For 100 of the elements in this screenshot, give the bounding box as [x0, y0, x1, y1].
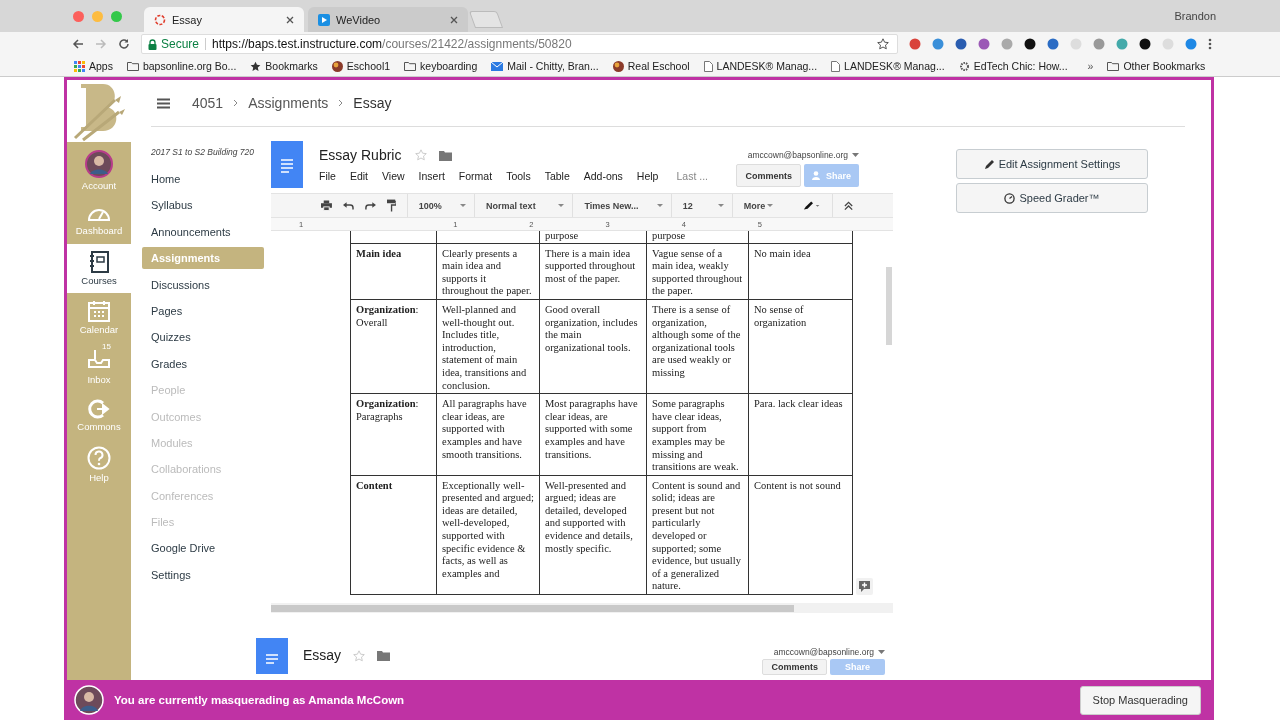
extension-icon[interactable]: [1139, 38, 1151, 50]
table-cell: Vague sense of a main idea, weakly supported throughout the paper.: [646, 243, 749, 300]
account-menu[interactable]: amccown@bapsonline.org: [773, 647, 885, 657]
add-comment-icon[interactable]: [856, 578, 873, 595]
table-cell: Well-presented and argued; ideas are detailed, developed and supported with evidence and details, mostly specific.: [539, 475, 647, 595]
table-cell: Good overall organization, includes the main organizational tools.: [539, 299, 647, 394]
inbox-icon: [88, 348, 110, 368]
style-dropdown[interactable]: Normal text: [486, 194, 574, 217]
close-icon[interactable]: [286, 15, 294, 24]
comments-button[interactable]: Comments: [762, 659, 827, 675]
reload-icon[interactable]: [118, 38, 130, 50]
bookmark[interactable]: LANDESK® Manag...: [831, 60, 945, 72]
star-icon[interactable]: [877, 38, 889, 50]
course-nav-link[interactable]: Announcements: [142, 222, 264, 241]
profile-name[interactable]: Brandon: [1174, 10, 1280, 22]
document-icon[interactable]: [271, 141, 303, 188]
star-icon: [250, 60, 262, 72]
scrollbar[interactable]: [271, 603, 893, 613]
notebook-icon: [88, 251, 110, 273]
menu-item[interactable]: File: [319, 170, 336, 182]
menu-item[interactable]: Add-ons: [583, 170, 623, 182]
more-dropdown[interactable]: More: [743, 194, 781, 217]
address-field[interactable]: Secure https://baps.test.instructure.com/courses/21422/assignments/50820: [141, 34, 898, 54]
menu-item[interactable]: Edit: [349, 170, 368, 182]
font-size-dropdown[interactable]: 12: [682, 194, 733, 217]
bookmark-folder[interactable]: Other Bookmarks: [1107, 60, 1206, 72]
course-nav-link[interactable]: Settings: [142, 565, 264, 584]
course-nav-link[interactable]: Discussions: [142, 275, 264, 294]
document-title[interactable]: Essay: [303, 638, 342, 663]
caret-icon: [878, 650, 885, 654]
folder-icon: [404, 61, 417, 71]
person-icon: [812, 171, 823, 180]
play-icon: [318, 13, 330, 26]
menu-icon[interactable]: [1208, 38, 1212, 50]
breadcrumb-link[interactable]: Essay: [353, 95, 392, 111]
course-nav-link[interactable]: Syllabus: [142, 196, 264, 215]
course-nav-link[interactable]: Grades: [142, 354, 264, 373]
menu-item[interactable]: Insert: [418, 170, 445, 182]
redo-icon[interactable]: [364, 201, 376, 210]
bookmark[interactable]: keyboarding: [404, 60, 478, 72]
nav-item[interactable]: Courses: [67, 244, 131, 293]
breadcrumb-link[interactable]: 4051: [192, 95, 224, 111]
zoom-dropdown[interactable]: 100%: [418, 194, 476, 217]
browser-tab[interactable]: Essay: [144, 7, 304, 32]
table-cell: Organization: Paragraphs: [350, 393, 437, 476]
bookmark[interactable]: Eschool1: [331, 60, 391, 72]
account-menu[interactable]: amccown@bapsonline.org: [747, 150, 859, 160]
folder-icon[interactable]: [377, 650, 391, 661]
sidebar-button[interactable]: Speed Grader™: [956, 183, 1148, 213]
menu-item[interactable]: Format: [458, 170, 493, 182]
bookmark[interactable]: Real Eschool: [612, 60, 690, 72]
paint-roller-icon[interactable]: [386, 199, 396, 212]
more-bookmarks-button[interactable]: »: [1087, 60, 1094, 72]
table-cell: Organization: Overall: [350, 299, 437, 394]
print-icon[interactable]: [321, 200, 332, 211]
table-cell: Clearly presents a main idea and supports it throughout the paper.: [436, 243, 540, 300]
menu-item[interactable]: Help: [636, 170, 659, 182]
pencil-icon[interactable]: [802, 200, 821, 211]
table-cell: Well-planned and well-thought out. Includes title, introduction, statement of main idea, transitions and conclusion.: [436, 299, 540, 394]
comments-button[interactable]: Comments: [736, 164, 801, 187]
sidebar-button[interactable]: Edit Assignment Settings: [956, 149, 1148, 179]
back-icon[interactable]: [72, 38, 84, 50]
bookmark[interactable]: EdTech Chic: How...: [958, 60, 1068, 72]
term-label: 2017 S1 to S2 Building 720: [151, 147, 256, 157]
caret-icon: [852, 153, 859, 157]
extension-icon[interactable]: [1024, 38, 1036, 50]
table-cell: No main idea: [748, 243, 853, 300]
document-icon[interactable]: [256, 638, 288, 674]
table-cell: Main idea: [350, 243, 437, 300]
close-icon[interactable]: [450, 15, 458, 24]
folder-icon[interactable]: [439, 149, 453, 161]
menu-icon[interactable]: [157, 97, 170, 109]
bookmark[interactable]: bapsonline.org Bo...: [126, 60, 237, 72]
course-nav-link[interactable]: Google Drive: [142, 539, 264, 558]
avatar: [85, 150, 113, 178]
gauge-icon: [1004, 192, 1016, 204]
page-icon: [831, 60, 841, 72]
page-icon: [703, 60, 713, 72]
course-nav-link[interactable]: Pages: [142, 301, 264, 320]
chevron-icon: [338, 99, 344, 107]
collapse-icon[interactable]: [843, 200, 853, 211]
font-dropdown[interactable]: Times New...: [584, 194, 672, 217]
menu-item[interactable]: Table: [544, 170, 570, 182]
table-cell: Some paragraphs have clear ideas, support from examples may be missing and transitions are weak.: [646, 393, 749, 476]
document-title[interactable]: Essay Rubric: [319, 147, 402, 163]
bookmark[interactable]: Apps: [74, 60, 113, 72]
bookmark[interactable]: Mail - Chitty, Bran...: [491, 60, 599, 72]
menu-item[interactable]: View: [382, 170, 405, 182]
avatar: [74, 685, 104, 715]
undo-icon[interactable]: [342, 201, 354, 210]
menu-item[interactable]: Tools: [506, 170, 531, 182]
course-nav-link[interactable]: Quizzes: [142, 328, 264, 347]
last-edit-link[interactable]: Last ...: [676, 170, 708, 182]
table-cell: Content is sound and solid; ideas are present but not particularly developed or supported; some evidence, but usually of a generalized nature.: [646, 475, 749, 595]
bookmark[interactable]: Bookmarks: [250, 60, 318, 72]
bookmark[interactable]: LANDESK® Manag...: [703, 60, 818, 72]
course-nav-link[interactable]: Home: [142, 170, 264, 188]
browser-tab[interactable]: WeVideo: [308, 7, 468, 32]
breadcrumb-link[interactable]: Assignments: [248, 95, 329, 111]
stop-masquerading-button[interactable]: Stop Masquerading: [1079, 685, 1201, 715]
